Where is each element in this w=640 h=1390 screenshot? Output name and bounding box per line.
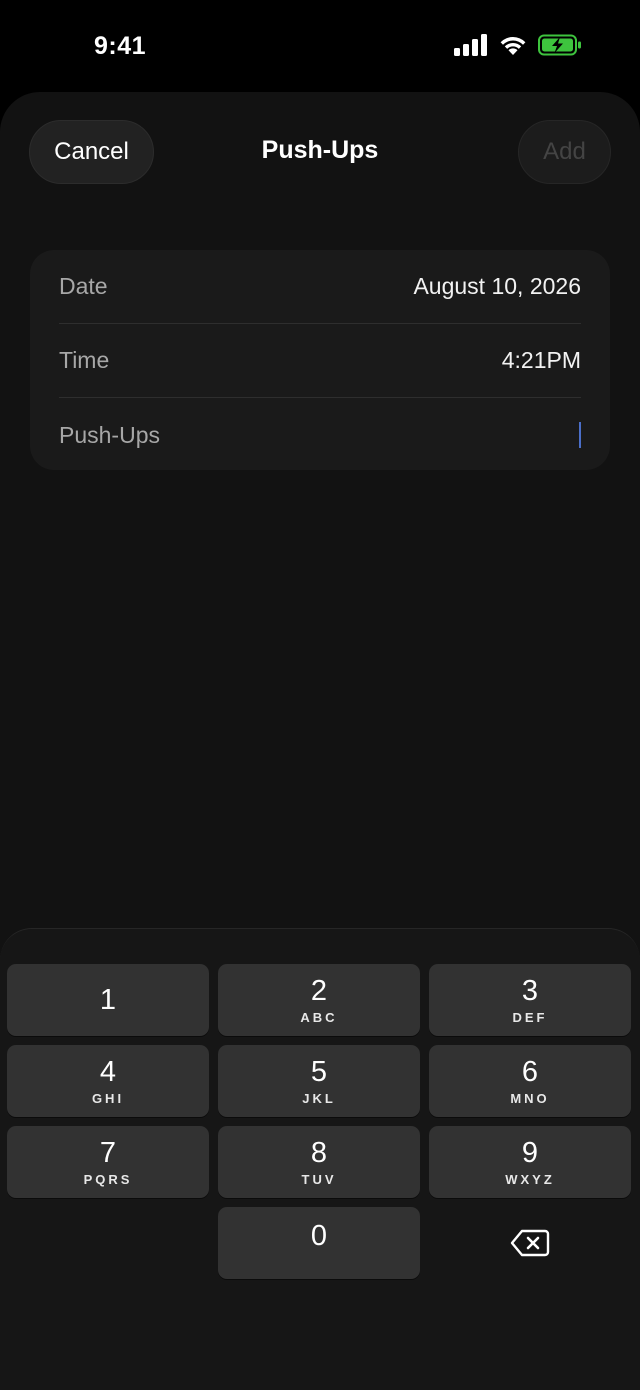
key-number: 5 <box>310 1055 328 1088</box>
key-number: 7 <box>99 1136 117 1169</box>
key-letters: GHI <box>91 1090 125 1106</box>
battery-charging-icon <box>538 34 581 56</box>
key-9[interactable]: 9 WXYZ <box>429 1126 631 1198</box>
add-button[interactable]: Add <box>518 120 611 184</box>
time-row[interactable]: Time 4:21PM <box>59 324 581 398</box>
key-letters: ABC <box>300 1009 338 1025</box>
key-number: 9 <box>521 1136 539 1169</box>
key-letters: JKL <box>302 1090 336 1106</box>
key-3[interactable]: 3 DEF <box>429 964 631 1036</box>
time-label: Time <box>59 347 110 373</box>
key-5[interactable]: 5 JKL <box>218 1045 420 1117</box>
key-letters: MNO <box>510 1090 550 1106</box>
cellular-signal-icon <box>454 34 487 56</box>
status-bar: 9:41 <box>0 0 640 92</box>
key-1[interactable]: 1 <box>7 964 209 1036</box>
key-letters: TUV <box>301 1171 337 1187</box>
key-number: 3 <box>521 974 539 1007</box>
push-ups-label: Push-Ups <box>59 421 160 448</box>
time-value[interactable]: 4:21PM <box>502 347 581 374</box>
key-number: 0 <box>310 1220 328 1252</box>
key-number: 2 <box>310 974 328 1007</box>
key-number: 1 <box>99 984 117 1016</box>
key-7[interactable]: 7 PQRS <box>7 1126 209 1198</box>
date-row[interactable]: Date August 10, 2026 <box>59 250 581 324</box>
push-ups-input[interactable] <box>579 422 581 448</box>
key-number: 4 <box>99 1055 117 1088</box>
key-letters: DEF <box>512 1009 548 1025</box>
entry-form: Date August 10, 2026 Time 4:21PM Push-Up… <box>30 250 610 470</box>
date-label: Date <box>59 273 108 299</box>
key-letters: WXYZ <box>505 1171 555 1187</box>
key-4[interactable]: 4 GHI <box>7 1045 209 1117</box>
key-letters: PQRS <box>83 1171 133 1187</box>
date-value[interactable]: August 10, 2026 <box>413 273 581 300</box>
number-pad: 1 2 ABC 3 DEF 4 GHI 5 JKL 6 MNO 7 PQRS 8… <box>0 928 640 1390</box>
delete-button[interactable] <box>429 1207 631 1279</box>
push-ups-row[interactable]: Push-Ups <box>59 398 581 472</box>
key-2[interactable]: 2 ABC <box>218 964 420 1036</box>
status-time: 9:41 <box>94 32 147 60</box>
delete-backspace-icon <box>510 1229 550 1257</box>
text-caret <box>579 422 581 448</box>
key-number: 8 <box>310 1136 328 1169</box>
key-6[interactable]: 6 MNO <box>429 1045 631 1117</box>
key-8[interactable]: 8 TUV <box>218 1126 420 1198</box>
key-0[interactable]: 0 <box>218 1207 420 1279</box>
wifi-icon <box>500 37 526 55</box>
key-number: 6 <box>521 1055 539 1088</box>
status-icons <box>454 34 582 56</box>
